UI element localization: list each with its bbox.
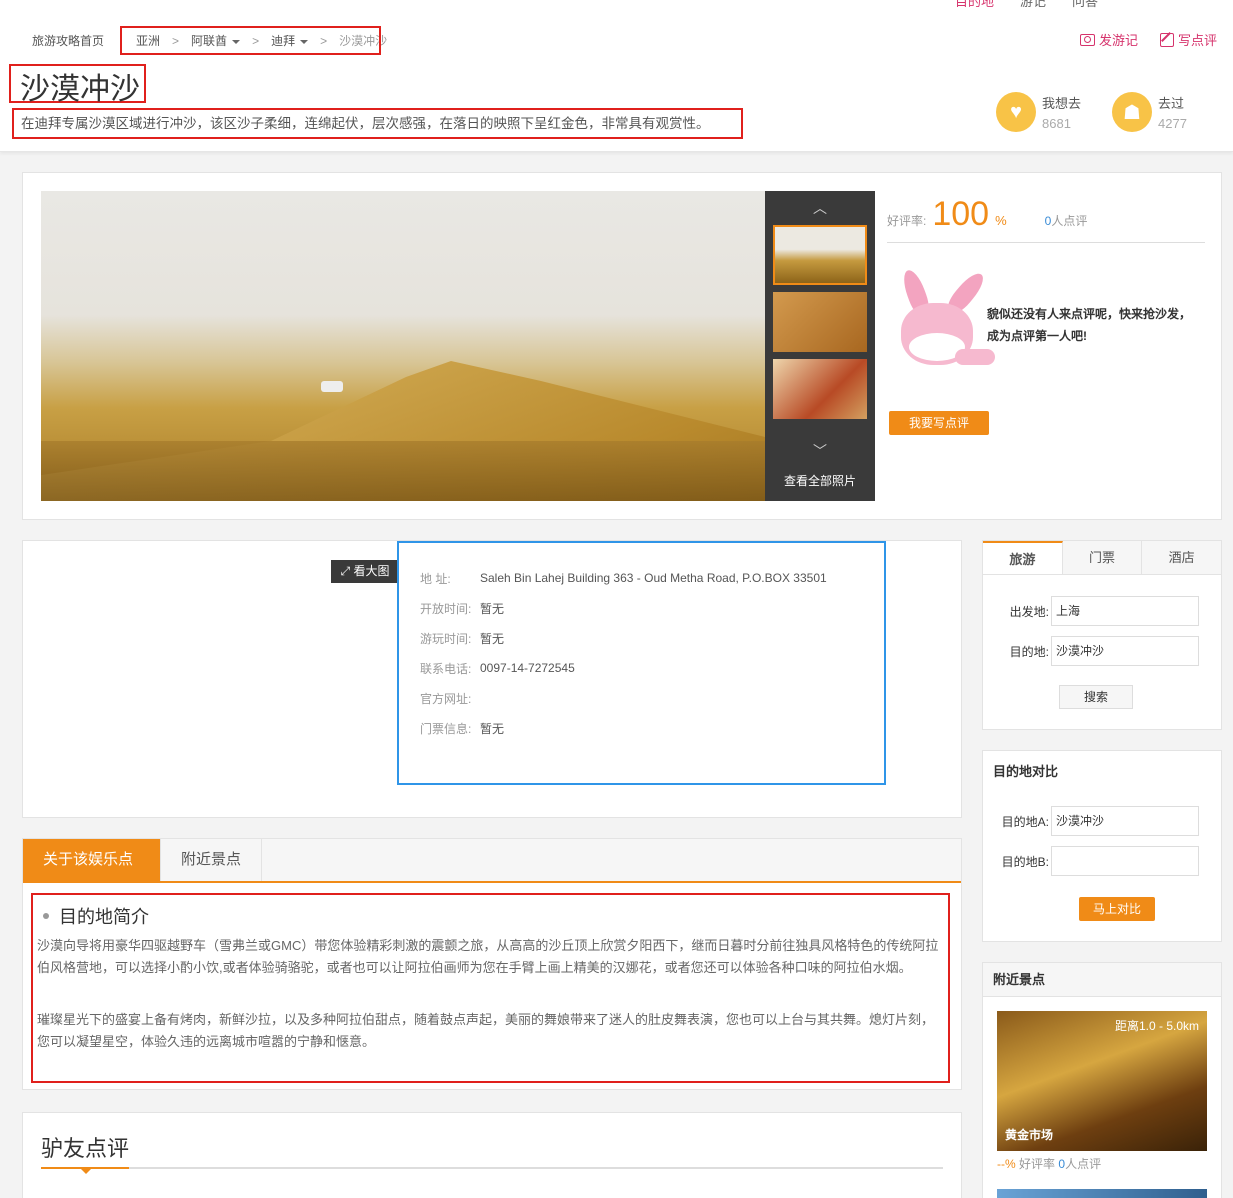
from-row: 出发地: 上海	[993, 596, 1199, 626]
compare-title: 目的地对比	[993, 764, 1059, 779]
compare-widget: 目的地对比 目的地A: 沙漠冲沙 目的地B: 马上对比	[982, 750, 1222, 942]
comments-title: 驴友点评	[41, 1136, 130, 1161]
info-list: 地 址: Saleh Bin Lahej Building 363 - Oud M…	[420, 563, 827, 743]
nearby-rate-label: 好评率	[1019, 1157, 1056, 1171]
tab-hotels[interactable]: 酒店	[1142, 541, 1221, 574]
view-all-photos-link[interactable]: 查看全部照片	[765, 472, 875, 489]
footprint-icon: ☗	[1112, 92, 1152, 132]
write-review-label: 写点评	[1177, 33, 1217, 48]
info-section: ⤢ 看大图 地 址: Saleh Bin Lahej Building 363 -…	[22, 540, 962, 818]
been-there-button[interactable]: ☗ 去过 4277	[1112, 92, 1187, 132]
edit-icon	[1159, 32, 1174, 47]
info-row-address: 地 址: Saleh Bin Lahej Building 363 - Oud M…	[420, 571, 827, 586]
search-button[interactable]: 搜索	[1059, 685, 1133, 709]
nearby-name: 黄金市场	[1005, 1128, 1054, 1142]
comments-section: 驴友点评	[22, 1112, 962, 1198]
nearby-rate: --%	[997, 1157, 1016, 1171]
rating-label: 好评率:	[887, 214, 927, 228]
rating-unit: %	[995, 213, 1007, 228]
tab-nearby[interactable]: 附近景点	[161, 839, 263, 881]
compare-b-row: 目的地B:	[993, 846, 1199, 876]
heart-icon: ♥	[996, 92, 1036, 132]
from-input[interactable]: 上海	[1051, 596, 1199, 626]
want-label: 我想去	[1042, 96, 1082, 111]
want-to-go-button[interactable]: ♥ 我想去 8681	[996, 92, 1081, 132]
rating-value: 100	[932, 195, 990, 233]
rating-panel: 好评率: 100 % 0人点评 貌似还没有人来点评呢，快来抢沙发，成为点评第一人…	[887, 195, 1205, 435]
thumbnail-3[interactable]	[773, 359, 867, 419]
compare-b-input[interactable]	[1051, 846, 1199, 876]
nearby-count-label: 人点评	[1065, 1157, 1102, 1171]
about-tabs: 关于该娱乐点 附近景点	[23, 839, 961, 883]
nearby-attraction-card[interactable]: 距离1.0 - 5.0km 黄金市场	[997, 1011, 1207, 1151]
bullet-icon	[43, 913, 49, 919]
page-description: 在迪拜专属沙漠区域进行冲沙，该区沙子柔细，连绵起伏，层次感强，在落日的映照下呈红…	[21, 116, 710, 131]
been-count: 4277	[1158, 116, 1187, 131]
photo-car	[321, 381, 343, 392]
nearby-distance: 距离1.0 - 5.0km	[1114, 1019, 1199, 1033]
tab-about[interactable]: 关于该娱乐点	[23, 839, 161, 881]
page-title: 沙漠冲沙	[20, 73, 140, 106]
breadcrumb-home[interactable]: 旅游攻略首页	[32, 32, 104, 49]
view-big-map-button[interactable]: ⤢ 看大图	[331, 560, 399, 583]
info-row-website: 官方网址:	[420, 691, 472, 706]
comments-divider	[41, 1167, 943, 1174]
nearby-title: 附近景点	[983, 963, 1221, 997]
thumbnail-strip: ︿ ﹀ 查看全部照片	[765, 191, 875, 501]
page-header: 目的地 游记 问答 旅游攻略首页 亚洲 > 阿联酋 > 迪拜 > 沙漠冲沙 发游…	[0, 0, 1233, 152]
nearby-meta: --% 好评率 0人点评	[997, 1155, 1101, 1172]
nav-travelnotes[interactable]: 游记	[1020, 0, 1046, 10]
compare-a-row: 目的地A: 沙漠冲沙	[993, 806, 1199, 836]
about-heading: 目的地简介	[43, 903, 149, 929]
compare-button[interactable]: 马上对比	[1079, 897, 1155, 921]
info-row-hours: 开放时间: 暂无	[420, 601, 505, 616]
write-travel-button[interactable]: 发游记	[1079, 30, 1138, 49]
compare-b-label: 目的地B:	[1001, 854, 1049, 869]
top-nav: 目的地 游记 问答	[955, 0, 1098, 10]
chevron-up-icon[interactable]: ︿	[765, 191, 875, 225]
search-tabs: 旅游 门票 酒店	[983, 541, 1221, 575]
photo-foreground	[41, 441, 765, 501]
donkey-mascot-icon	[897, 267, 995, 379]
thumbnail-1[interactable]	[773, 225, 867, 285]
info-row-duration: 游玩时间: 暂无	[420, 631, 505, 646]
main-photo[interactable]	[41, 191, 765, 501]
chevron-down-icon[interactable]: ﹀	[765, 441, 875, 461]
write-review-button[interactable]: 我要写点评	[889, 411, 989, 435]
info-row-ticket: 门票信息: 暂无	[420, 721, 505, 736]
compare-a-input[interactable]: 沙漠冲沙	[1051, 806, 1199, 836]
header-actions: 发游记 写点评	[1079, 30, 1217, 49]
write-travel-label: 发游记	[1098, 33, 1138, 48]
about-paragraph-1: 沙漠向导将用豪华四驱越野车（雪弗兰或GMC）带您体验精彩刺激的震颤之旅，从高高的…	[37, 938, 939, 975]
tab-travel[interactable]: 旅游	[983, 541, 1063, 574]
review-count-label: 人点评	[1051, 214, 1088, 228]
gallery-section: ︿ ﹀ 查看全部照片 好评率: 100 % 0人点评 貌似还没有人来点评呢，快来…	[22, 172, 1222, 520]
been-label: 去过	[1158, 96, 1185, 111]
from-label: 出发地:	[1009, 604, 1049, 619]
about-paragraph-2: 璀璨星光下的盛宴上备有烤肉，新鲜沙拉，以及多种阿拉伯甜点，随着鼓点声起，美丽的舞…	[37, 1012, 935, 1049]
tab-tickets[interactable]: 门票	[1063, 541, 1143, 574]
info-row-phone: 联系电话: 0097-14-7272545	[420, 661, 575, 676]
empty-review-text: 貌似还没有人来点评呢，快来抢沙发，成为点评第一人吧!	[987, 307, 1192, 343]
highlight-box-about	[31, 893, 950, 1083]
nav-qa[interactable]: 问答	[1072, 0, 1098, 10]
search-widget: 旅游 门票 酒店 出发地: 上海 目的地: 沙漠冲沙 搜索	[982, 540, 1222, 730]
thumbnail-2[interactable]	[773, 292, 867, 352]
compare-a-label: 目的地A:	[1001, 814, 1049, 829]
to-input[interactable]: 沙漠冲沙	[1051, 636, 1199, 666]
highlight-box-breadcrumb	[120, 26, 381, 55]
nearby-widget: 附近景点 距离1.0 - 5.0km 黄金市场 --% 好评率 0人点评	[982, 962, 1222, 1198]
nearby-attraction-card-2[interactable]	[997, 1189, 1207, 1198]
write-review-link[interactable]: 写点评	[1159, 30, 1217, 49]
want-count: 8681	[1042, 116, 1071, 131]
to-label: 目的地:	[1009, 644, 1049, 659]
review-count: 0人点评	[1045, 212, 1088, 229]
to-row: 目的地: 沙漠冲沙	[993, 636, 1199, 666]
about-section: 关于该娱乐点 附近景点 目的地简介 沙漠向导将用豪华四驱越野车（雪弗兰或GMC）…	[22, 838, 962, 1090]
nav-destination[interactable]: 目的地	[955, 0, 994, 10]
camera-icon	[1079, 33, 1095, 46]
